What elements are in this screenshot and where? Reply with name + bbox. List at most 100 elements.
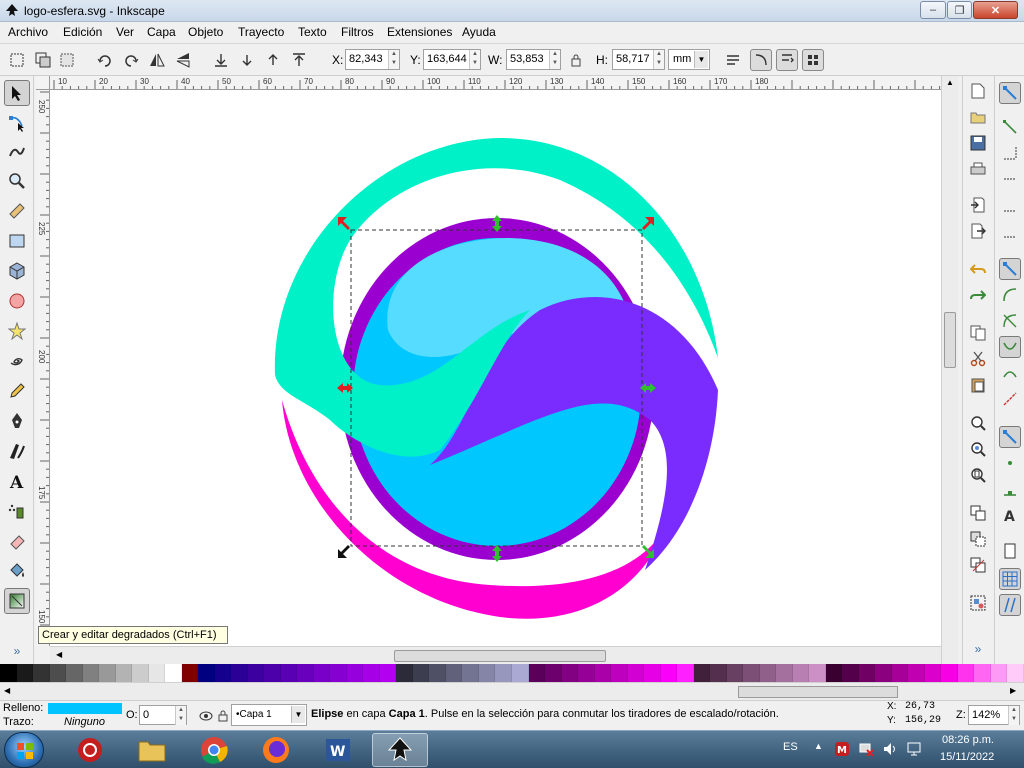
transform-gradient-button[interactable] xyxy=(776,49,798,71)
palette-swatch[interactable] xyxy=(891,664,909,682)
spiral-tool[interactable] xyxy=(4,348,30,374)
palette-swatch[interactable] xyxy=(412,664,430,682)
raise-button[interactable] xyxy=(262,49,284,71)
scroll-up-icon[interactable]: ▲ xyxy=(946,78,954,87)
palette-swatch[interactable] xyxy=(462,664,479,682)
palette-swatch[interactable] xyxy=(759,664,777,682)
w-spin-arrows[interactable]: ▲ ▼ xyxy=(549,50,560,69)
redo-button[interactable] xyxy=(967,284,989,306)
palette-swatch[interactable] xyxy=(99,664,116,682)
show-hidden-icons[interactable]: ▲ xyxy=(814,741,823,751)
palette-swatch[interactable] xyxy=(313,664,331,682)
palette-swatch[interactable] xyxy=(627,664,645,682)
snap-bbox-center-button[interactable] xyxy=(999,220,1021,242)
snap-enable-button[interactable] xyxy=(999,82,1021,104)
palette-swatch[interactable] xyxy=(148,664,166,682)
palette-swatch[interactable] xyxy=(990,664,1008,682)
snap-bbox-edge-button[interactable] xyxy=(999,142,1021,164)
palette-swatch[interactable] xyxy=(49,664,67,682)
palette-scroll-thumb[interactable] xyxy=(738,686,898,698)
spray-tool[interactable] xyxy=(4,498,30,524)
zoom-selection-button[interactable] xyxy=(967,412,989,434)
palette-swatch[interactable] xyxy=(842,664,859,682)
snap-cusp-nodes-button[interactable] xyxy=(999,336,1021,358)
canvas-vertical-scrollbar[interactable]: ▲ xyxy=(941,76,958,664)
vertical-scroll-thumb[interactable] xyxy=(944,312,956,368)
palette-swatch[interactable] xyxy=(578,664,595,682)
palette-swatch[interactable] xyxy=(495,664,512,682)
eraser-tool[interactable] xyxy=(4,528,30,554)
palette-swatch[interactable] xyxy=(611,664,628,682)
palette-swatch[interactable] xyxy=(280,664,298,682)
palette-swatch[interactable] xyxy=(132,664,149,682)
lower-to-bottom-button[interactable] xyxy=(210,49,232,71)
menu-trayecto[interactable]: Trayecto xyxy=(238,25,284,39)
zoom-field[interactable]: 142% ▲ ▼ xyxy=(968,705,1020,725)
color-palette[interactable] xyxy=(0,664,1024,682)
tray-icon-m[interactable]: M xyxy=(834,741,850,760)
scroll-left-icon[interactable]: ◀ xyxy=(56,650,62,659)
menu-filtros[interactable]: Filtros xyxy=(341,25,374,39)
pen-tool[interactable] xyxy=(4,408,30,434)
menu-ver[interactable]: Ver xyxy=(116,25,134,39)
menu-ayuda[interactable]: Ayuda xyxy=(462,25,496,39)
palette-swatch[interactable] xyxy=(330,664,347,682)
flip-horizontal-button[interactable] xyxy=(146,49,168,71)
drawing-canvas[interactable] xyxy=(50,90,941,646)
taskbar-file-explorer[interactable] xyxy=(124,733,180,767)
gradient-tool[interactable] xyxy=(4,588,30,614)
menu-texto[interactable]: Texto xyxy=(298,25,327,39)
snap-rotation-center-button[interactable] xyxy=(999,478,1021,500)
palette-swatch[interactable] xyxy=(776,664,793,682)
paste-button[interactable] xyxy=(967,374,989,396)
cut-button[interactable] xyxy=(967,348,989,370)
ruler-vertical[interactable]: 250 225 200 175 150 xyxy=(36,90,50,646)
snap-grid-button[interactable] xyxy=(999,568,1021,590)
palette-swatch[interactable] xyxy=(561,664,579,682)
palette-swatch[interactable] xyxy=(511,664,529,682)
snap-page-border-button[interactable] xyxy=(999,540,1021,562)
palette-swatch[interactable] xyxy=(792,664,810,682)
select-all-button[interactable] xyxy=(6,49,28,71)
palette-swatch[interactable] xyxy=(908,664,925,682)
canvas-horizontal-scrollbar[interactable]: ◀ xyxy=(50,646,941,664)
scroll-left-icon[interactable]: ◀ xyxy=(4,686,10,695)
tray-network[interactable] xyxy=(858,741,874,760)
palette-swatch[interactable] xyxy=(231,664,248,682)
palette-swatch[interactable] xyxy=(710,664,727,682)
flip-vertical-button[interactable] xyxy=(172,49,194,71)
palette-swatch[interactable] xyxy=(478,664,496,682)
stroke-value[interactable]: Ninguno xyxy=(64,716,105,728)
open-button[interactable] xyxy=(967,106,989,128)
palette-swatch[interactable] xyxy=(941,664,958,682)
menu-edicion[interactable]: Edición xyxy=(63,25,102,39)
deselect-button[interactable] xyxy=(56,49,78,71)
palette-swatch[interactable] xyxy=(726,664,744,682)
zoom-drawing-button[interactable] xyxy=(967,438,989,460)
palette-swatch[interactable] xyxy=(974,664,991,682)
snap-bbox-corner-button[interactable] xyxy=(999,168,1021,190)
taskbar-firefox[interactable] xyxy=(248,733,304,767)
snap-object-center-button[interactable] xyxy=(999,452,1021,474)
text-tool[interactable]: A xyxy=(4,468,30,494)
palette-swatch[interactable] xyxy=(957,664,975,682)
tray-action-center[interactable] xyxy=(906,741,922,760)
copy-button[interactable] xyxy=(967,322,989,344)
maximize-button[interactable]: ❐ xyxy=(947,1,972,19)
clone-button[interactable] xyxy=(967,528,989,550)
new-document-button[interactable] xyxy=(967,80,989,102)
layer-select[interactable]: •Capa 1 ▼ xyxy=(231,704,307,726)
rotate-cw-button[interactable] xyxy=(120,49,142,71)
palette-swatch[interactable] xyxy=(875,664,892,682)
3d-box-tool[interactable] xyxy=(4,258,30,284)
handle-bottom-left[interactable] xyxy=(338,545,350,558)
taskbar-chrome[interactable] xyxy=(186,733,242,767)
snap-guides-button[interactable] xyxy=(999,594,1021,616)
opacity-field[interactable]: 0 ▲ ▼ xyxy=(139,705,187,725)
horizontal-scroll-thumb[interactable] xyxy=(394,650,606,662)
palette-swatch[interactable] xyxy=(396,664,413,682)
snap-paths-button[interactable] xyxy=(999,284,1021,306)
menu-archivo[interactable]: Archivo xyxy=(8,25,48,39)
close-button[interactable]: ✕ xyxy=(973,1,1018,19)
scale-radius-button[interactable] xyxy=(750,49,772,71)
